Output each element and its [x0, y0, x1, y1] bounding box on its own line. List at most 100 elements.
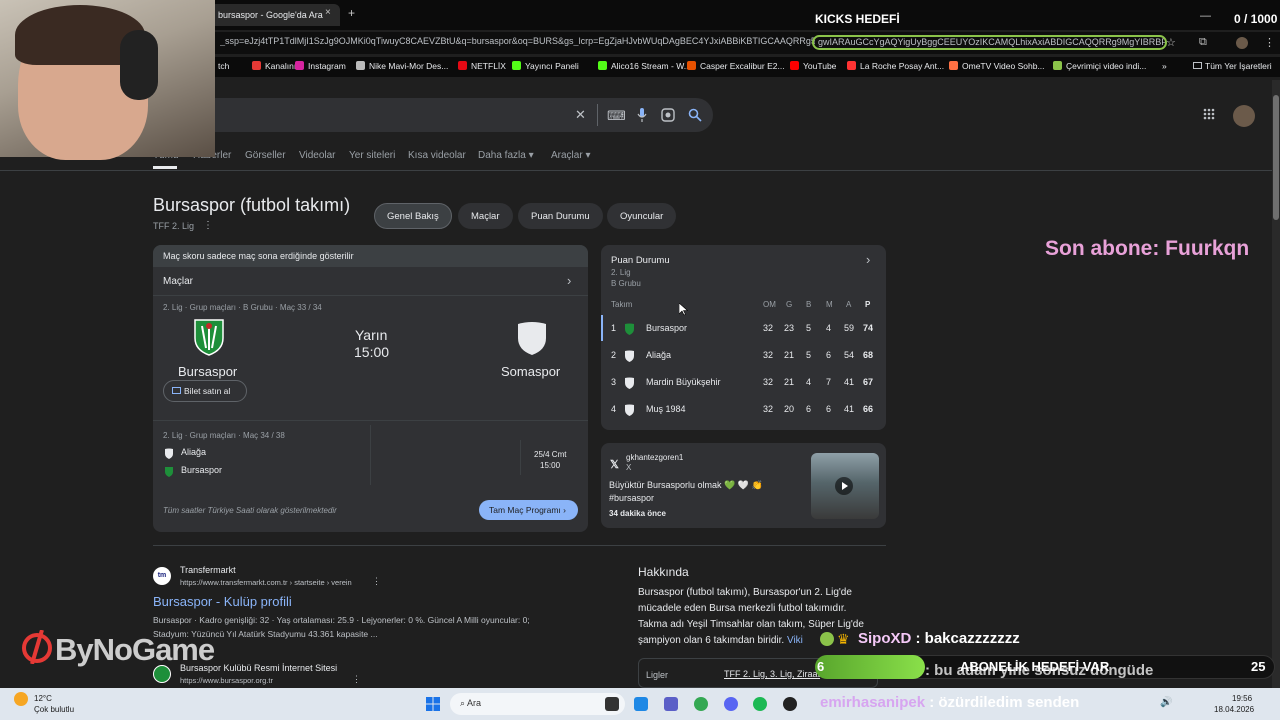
m2-team2[interactable]: Bursaspor: [181, 465, 222, 475]
somaspor-crest-icon[interactable]: [516, 320, 548, 361]
standings-cell-p: 67: [863, 377, 874, 387]
bookmark-item[interactable]: Casper Excalibur E2...: [687, 61, 785, 71]
windows-start-icon[interactable]: [426, 697, 440, 716]
url-text[interactable]: _ssp=eJzj4tTP1TdlMjI1SzJg9OJMKi0qTiwuyC8…: [220, 36, 815, 46]
standings-cell-team[interactable]: Aliağa: [646, 350, 671, 360]
microphone-icon[interactable]: [637, 108, 647, 127]
url-highlight[interactable]: gwIARAuGCcYgAQYigUyBggCEEUYOzIKCAMQLhixA…: [812, 35, 1167, 50]
result2-url[interactable]: https://www.bursaspor.org.tr: [180, 676, 273, 685]
kicks-goal-title: KICKS HEDEFİ: [815, 12, 900, 26]
bookmarks-more-icon[interactable]: »: [1162, 61, 1167, 71]
minimize-icon[interactable]: —: [1200, 10, 1211, 22]
bookmark-item[interactable]: YouTube: [790, 61, 836, 71]
obs-icon[interactable]: [783, 697, 797, 711]
matches-chevron-icon[interactable]: ›: [567, 273, 571, 288]
result1-url[interactable]: https://www.transfermarkt.com.tr › start…: [180, 578, 352, 587]
bookmark-item[interactable]: Kanalınız: [252, 61, 300, 71]
result1-title[interactable]: Bursaspor - Kulüp profili: [153, 594, 292, 609]
entity-more-icon[interactable]: ⋮: [203, 220, 213, 231]
chrome-icon[interactable]: [694, 697, 708, 711]
discord-icon[interactable]: [724, 697, 738, 711]
search-icon[interactable]: [688, 108, 702, 127]
standings-cell-m: 4: [826, 323, 832, 333]
result2-more-icon[interactable]: ⋮: [352, 674, 361, 685]
chip-matches[interactable]: Maçlar: [458, 203, 513, 229]
extensions-icon[interactable]: ⧉: [1199, 36, 1207, 49]
taskbar-search[interactable]: ⌕ Ara: [450, 693, 625, 715]
clock-time[interactable]: 19:56: [1232, 694, 1252, 703]
result1-more-icon[interactable]: ⋮: [372, 576, 381, 587]
profile-avatar[interactable]: [1236, 37, 1248, 49]
tab-more[interactable]: Daha fazla ▾: [478, 150, 534, 161]
standings-chevron-icon[interactable]: ›: [866, 252, 870, 267]
standings-cell-team[interactable]: Muş 1984: [646, 404, 686, 414]
tab-short-videos[interactable]: Kısa videolar: [408, 150, 466, 161]
bookmark-item[interactable]: Instagram: [295, 61, 346, 71]
chat3-username: emirhasanipek: [820, 694, 926, 711]
weather-temp[interactable]: 12°C: [34, 694, 52, 703]
tab-tools[interactable]: Araçlar ▾: [551, 150, 590, 161]
chip-standings[interactable]: Puan Durumu: [518, 203, 603, 229]
buy-ticket-button[interactable]: Bilet satın al: [163, 380, 247, 402]
bookmark-star-icon[interactable]: ☆: [1166, 36, 1176, 49]
tab-places[interactable]: Yer siteleri: [349, 150, 395, 161]
bookmark-favicon-icon: [458, 61, 467, 70]
standings-title[interactable]: Puan Durumu: [611, 255, 670, 266]
tab-videos[interactable]: Videolar: [299, 150, 336, 161]
chat1-text: : bakcazzzzzzz: [915, 630, 1020, 647]
standings-cell-b: 4: [806, 377, 812, 387]
post-author[interactable]: gkhantezgoren1: [626, 453, 683, 462]
play-icon[interactable]: [835, 477, 853, 495]
clock-date[interactable]: 18.04.2026: [1214, 705, 1254, 714]
leagues-label: Ligler: [646, 670, 669, 680]
tab-close-icon[interactable]: ×: [325, 7, 331, 18]
bookmark-item[interactable]: NETFLİX: [458, 61, 506, 71]
weather-icon[interactable]: [14, 692, 28, 706]
teams-icon[interactable]: [664, 697, 678, 711]
entity-title: Bursaspor (futbol takımı): [153, 195, 351, 215]
active-tab-indicator: [153, 166, 177, 169]
matches-header[interactable]: Maçlar: [163, 276, 193, 287]
clear-search-icon[interactable]: ✕: [575, 107, 586, 123]
result1-snippet2: Stadyum: Yüzüncü Yıl Atatürk Stadyumu 43…: [153, 629, 378, 639]
browser-menu-icon[interactable]: ⋮: [1264, 36, 1275, 49]
standings-cell-team[interactable]: Bursaspor: [646, 323, 687, 333]
home-team-name[interactable]: Bursaspor: [178, 364, 237, 379]
new-tab-button[interactable]: +: [348, 6, 355, 20]
bookmark-item[interactable]: Yayıncı Paneli: [512, 61, 579, 71]
standings-cell-pos: 4: [611, 404, 617, 414]
bookmark-favicon-icon: [295, 61, 304, 70]
bookmark-item[interactable]: Nike Mavi-Mor Des...: [356, 61, 448, 71]
task-view-icon[interactable]: [605, 697, 619, 711]
m2-team1[interactable]: Aliağa: [181, 447, 206, 457]
spotify-icon[interactable]: [753, 697, 767, 711]
result1-source[interactable]: Transfermarkt: [180, 565, 236, 575]
leagues-value[interactable]: TFF 2. Lig, 3. Lig, Ziraat: [724, 669, 820, 679]
chip-players[interactable]: Oyuncular: [607, 203, 677, 229]
bursaspor-crest-icon[interactable]: [192, 318, 226, 361]
bookmark-item[interactable]: Alico16 Stream - W...: [598, 61, 691, 71]
bookmark-item[interactable]: La Roche Posay Ant...: [847, 61, 944, 71]
bookmark-item[interactable]: Çevrimiçi video indi...: [1053, 61, 1146, 71]
bookmark-favicon-icon: [252, 61, 261, 70]
account-avatar[interactable]: [1233, 105, 1255, 127]
bookmark-item[interactable]: OmeTV Video Sohb...: [949, 61, 1045, 71]
lens-icon[interactable]: [661, 108, 675, 127]
col-goals: A: [846, 300, 852, 309]
browser-tab[interactable]: bursaspor - Google'da Ara: [210, 4, 340, 26]
standings-cell-team[interactable]: Mardin Büyükşehir: [646, 377, 721, 387]
away-team-name[interactable]: Somaspor: [501, 364, 560, 379]
full-schedule-button[interactable]: Tam Maç Programı ›: [479, 500, 578, 520]
chip-overview[interactable]: Genel Bakış: [374, 203, 452, 229]
scrollbar-thumb[interactable]: [1273, 95, 1279, 220]
post-hashtag[interactable]: #bursaspor: [609, 493, 654, 503]
all-bookmarks[interactable]: Tüm Yer İşaretleri: [1193, 61, 1272, 71]
weather-desc[interactable]: Çok bulutlu: [34, 705, 74, 714]
standings-cell-a: 41: [844, 377, 855, 387]
explorer-icon[interactable]: [634, 697, 648, 711]
google-apps-icon[interactable]: [1203, 107, 1215, 123]
keyboard-icon[interactable]: ⌨: [607, 108, 626, 124]
volume-icon[interactable]: 🔊: [1160, 697, 1172, 708]
wikipedia-link[interactable]: Viki: [787, 635, 803, 646]
tab-images[interactable]: Görseller: [245, 150, 286, 161]
